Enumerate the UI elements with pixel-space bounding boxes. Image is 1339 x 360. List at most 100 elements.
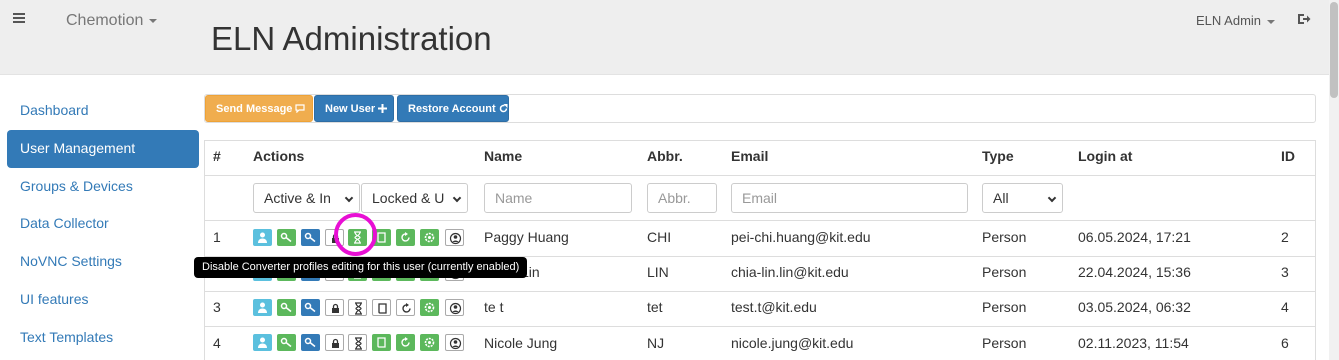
col-header-type[interactable]: Type [982,140,1014,175]
hourglass-action-button[interactable] [348,299,367,316]
user-circle-action-button[interactable] [445,299,464,316]
refresh-action-button[interactable] [396,334,415,351]
active-filter-value: Active & In [264,190,331,206]
sidebar-item-user-management[interactable]: User Management [7,129,199,168]
sign-out-icon[interactable] [1297,12,1311,26]
brand-dropdown[interactable]: Chemotion [66,12,158,30]
user-name: ELN Admin [1196,13,1262,28]
key-plus-action-button[interactable] [277,334,296,351]
book-action-button[interactable] [372,334,391,351]
row-email: pei-chi.huang@kit.edu [731,229,871,245]
row-abbr: CHI [647,229,672,245]
refresh-icon [402,303,411,313]
row-name: Nicole Jung [484,335,558,351]
new-user-button[interactable]: New User [314,95,394,122]
gear-action-button[interactable] [420,334,439,351]
row-id: 3 [1281,264,1289,280]
refresh-icon [499,104,508,113]
key-plus-action-button[interactable] [277,229,296,246]
row-name: Paggy Huang [484,229,569,245]
col-header-id[interactable]: ID [1281,140,1295,175]
toolbar: Send Message New User Restore Account [204,94,1316,123]
book-action-button[interactable] [372,299,391,316]
lock-action-button[interactable] [325,334,344,351]
page-scrollbar[interactable] [1329,0,1339,360]
hourglass-icon [355,337,362,350]
send-message-button[interactable]: Send Message [205,95,313,122]
user-circle-icon [449,302,462,315]
row-login: 22.04.2024, 15:36 [1078,264,1191,280]
gear-icon [424,337,435,348]
divider [1315,140,1316,360]
row-type: Person [982,335,1027,351]
locked-filter-select[interactable]: Locked & U [361,183,468,213]
lock-action-button[interactable] [325,299,344,316]
user-action-button[interactable] [253,334,272,351]
refresh-action-button[interactable] [396,229,415,246]
sidebar-nav: Dashboard User Management Groups & Devic… [7,92,199,357]
col-header-name[interactable]: Name [484,140,522,175]
key-action-button[interactable] [301,229,320,246]
brand-label: Chemotion [66,12,144,29]
type-filter-select[interactable]: All [982,183,1063,213]
row-type: Person [982,264,1027,280]
row-email: chia-lin.lin@kit.edu [731,264,849,280]
key-action-button[interactable] [301,334,320,351]
book-action-button[interactable] [372,229,391,246]
col-header-num: # [213,148,221,164]
user-menu[interactable]: ELN Admin [1196,13,1276,28]
book-icon [377,337,386,348]
divider [204,291,1316,292]
hourglass-icon [355,302,362,315]
sidebar-item-groups-devices[interactable]: Groups & Devices [7,168,199,206]
type-filter-value: All [993,190,1009,206]
sidebar-item-data-collector[interactable]: Data Collector [7,205,199,243]
refresh-action-button[interactable] [396,299,415,316]
active-filter-select[interactable]: Active & In [253,183,360,213]
user-action-button[interactable] [253,229,272,246]
abbr-filter-input[interactable]: Abbr. [647,183,717,213]
gear-action-button[interactable] [420,299,439,316]
restore-account-button[interactable]: Restore Account [397,95,509,122]
sidebar-item-dashboard[interactable]: Dashboard [7,92,199,130]
scrollbar-thumb[interactable] [1330,2,1338,98]
chevron-down-icon [344,193,354,203]
tooltip: Disable Converter profiles editing for t… [194,257,528,278]
key-action-button[interactable] [301,299,320,316]
key-plus-icon [280,232,292,243]
book-icon [377,232,386,243]
row-num: 3 [213,299,221,315]
user-circle-action-button[interactable] [445,229,464,246]
chevron-down-icon [1267,19,1276,24]
hourglass-action-button[interactable] [348,229,367,246]
col-header-abbr[interactable]: Abbr. [647,140,683,175]
sidebar-item-novnc-settings[interactable]: NoVNC Settings [7,243,199,281]
divider [204,220,1316,221]
key-plus-icon [280,337,292,348]
row-email: test.t@kit.edu [731,299,817,315]
row-id: 6 [1281,335,1289,351]
row-login: 06.05.2024, 17:21 [1078,229,1191,245]
lock-icon [332,233,339,243]
user-circle-action-button[interactable] [445,334,464,351]
name-filter-input[interactable]: Name [484,183,632,213]
key-icon [304,337,316,348]
hamburger-icon[interactable] [13,13,25,23]
plus-icon [378,104,388,113]
divider [204,175,1316,176]
row-num: 4 [213,335,221,351]
refresh-icon [401,232,410,242]
sidebar-item-ui-features[interactable]: UI features [7,281,199,319]
col-header-actions: Actions [253,148,305,164]
email-filter-input[interactable]: Email [731,183,968,213]
row-type: Person [982,299,1027,315]
hourglass-action-button[interactable] [348,334,367,351]
user-action-button[interactable] [253,299,272,316]
sidebar-item-text-templates[interactable]: Text Templates [7,319,199,357]
user-icon [258,232,267,243]
lock-action-button[interactable] [325,229,344,246]
gear-action-button[interactable] [420,229,439,246]
col-header-login[interactable]: Login at [1078,140,1132,175]
col-header-email[interactable]: Email [731,140,768,175]
key-plus-action-button[interactable] [277,299,296,316]
